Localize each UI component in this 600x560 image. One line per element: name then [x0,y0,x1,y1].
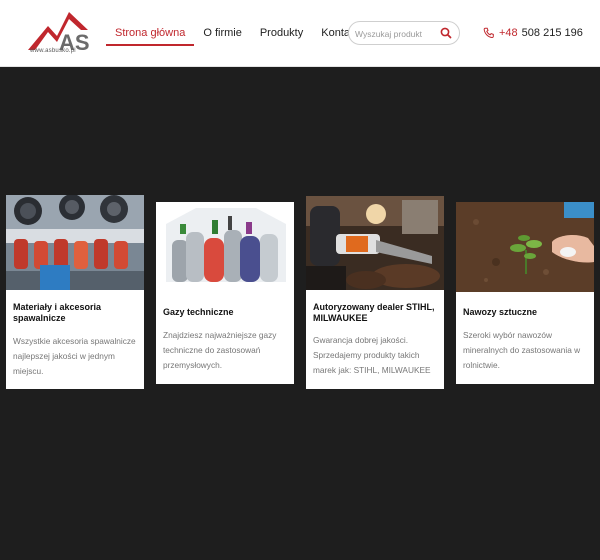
card-title: Materiały i akcesoria spawalnicze [13,302,102,323]
phone-prefix: +48 [499,27,518,39]
nav-item-home[interactable]: Strona główna [106,20,195,46]
card-description: Szeroki wybór nawozów mineralnych do zas… [463,330,581,370]
phone-link[interactable]: +48 508 215 196 [483,26,583,40]
service-card-gases[interactable]: Gazy techniczne Znajdziesz najważniejsze… [156,202,294,384]
site-header: AS www.asbusko.pl Strona główna O firmie… [0,0,600,67]
welding-accessories-photo [6,195,144,290]
card-title: Gazy techniczne [163,307,234,317]
card-description: Wszystkie akcesoria spawalnicze najlepsz… [13,336,136,376]
fertilizer-photo [456,202,594,292]
card-title: Nawozy sztuczne [463,307,538,317]
gas-cylinders-photo [156,202,294,292]
search-icon [440,27,452,39]
search-input[interactable] [355,26,439,41]
service-card-dealer[interactable]: Autoryzowany dealer STIHL, MILWAUKEE Gwa… [306,196,444,389]
card-title: Autoryzowany dealer STIHL, MILWAUKEE [313,302,435,323]
card-description: Gwarancja dobrej jakości. Sprzedajemy pr… [313,335,431,375]
card-description: Znajdziesz najważniejsze gazy techniczne… [163,330,277,370]
service-card-welding[interactable]: Materiały i akcesoria spawalnicze Wszyst… [6,195,144,389]
service-card-fertilizers[interactable]: Nawozy sztuczne Szeroki wybór nawozów mi… [456,202,594,384]
phone-icon [483,27,494,39]
main-nav: Strona główna O firmie Produkty Kontakt [106,20,368,48]
search-box [348,21,460,45]
phone-number: 508 215 196 [521,27,583,39]
logo-url: www.asbusko.pl [30,48,76,54]
nav-item-products[interactable]: Produkty [251,20,312,46]
nav-item-about[interactable]: O firmie [194,20,251,46]
search-button[interactable] [439,26,453,40]
chainsaw-photo [306,196,444,290]
